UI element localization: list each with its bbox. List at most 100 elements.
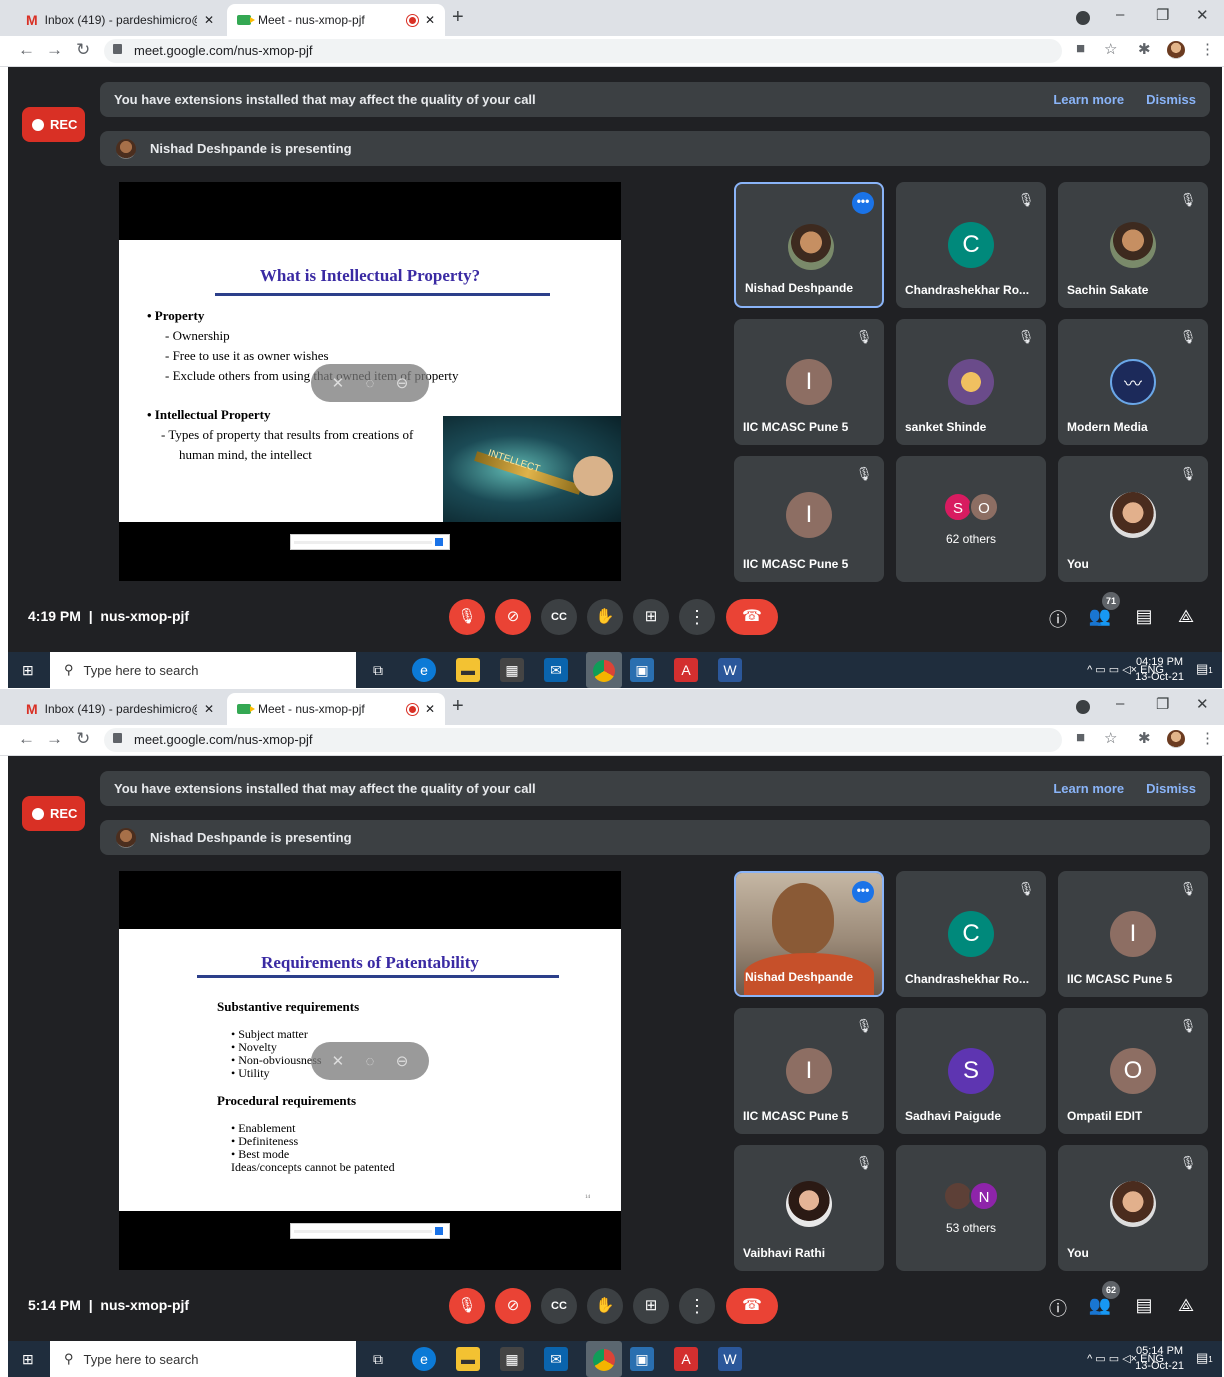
tab-meet[interactable]: Meet - nus-xmop-pjf ✕: [227, 693, 445, 725]
mic-off-button[interactable]: 🎙: [449, 599, 485, 635]
more-options-button[interactable]: ⋮: [679, 599, 715, 635]
lock-icon[interactable]: [113, 733, 122, 743]
learn-more-link[interactable]: Learn more: [1053, 781, 1124, 796]
participant-tile[interactable]: ••• Nishad Deshpande: [734, 871, 884, 997]
chat-icon[interactable]: ▤: [1132, 1295, 1156, 1316]
camera-icon[interactable]: ■: [1076, 729, 1085, 746]
menu-icon[interactable]: ⋮: [1200, 40, 1215, 58]
extensions-icon[interactable]: ✱: [1138, 729, 1151, 747]
acrobat-icon[interactable]: A: [674, 658, 698, 682]
tab-close-button[interactable]: ✕: [204, 702, 214, 716]
tab-close-button[interactable]: ✕: [204, 13, 214, 27]
word-icon[interactable]: W: [718, 1347, 742, 1371]
participant-tile[interactable]: 🎙 C Chandrashekhar Ro...: [896, 871, 1046, 997]
file-explorer-icon[interactable]: ▬: [456, 658, 480, 682]
self-tile[interactable]: 🎙 You: [1058, 1145, 1208, 1271]
profile-avatar[interactable]: [1167, 730, 1185, 748]
taskbar-clock[interactable]: 05:14 PM 13-Oct-21: [1135, 1344, 1184, 1374]
forward-icon[interactable]: →: [46, 729, 63, 749]
participant-tile[interactable]: 🎙 I IIC MCASC Pune 5: [734, 319, 884, 445]
mic-off-icon[interactable]: ✕: [332, 1052, 345, 1070]
self-tile[interactable]: 🎙 You: [1058, 456, 1208, 582]
info-icon[interactable]: ⓘ: [1046, 1295, 1070, 1321]
info-icon[interactable]: ⓘ: [1046, 606, 1070, 632]
chat-icon[interactable]: ▤: [1132, 606, 1156, 627]
back-icon[interactable]: ←: [18, 40, 35, 60]
dismiss-button[interactable]: Dismiss: [1146, 92, 1196, 107]
close-window-icon[interactable]: ✕: [1196, 695, 1209, 713]
participant-tile[interactable]: 🎙 Vaibhavi Rathi: [734, 1145, 884, 1271]
others-tile[interactable]: S O 62 others: [896, 456, 1046, 582]
chrome-icon[interactable]: [586, 1341, 622, 1377]
participant-tile[interactable]: 🎙 〰 Modern Media: [1058, 319, 1208, 445]
stop-sharing-button[interactable]: ​: [435, 538, 443, 546]
participant-tile[interactable]: ••• Nishad Deshpande: [734, 182, 884, 308]
restore-icon[interactable]: ❐: [1156, 695, 1169, 713]
participant-tile[interactable]: 🎙 O Ompatil EDIT: [1058, 1008, 1208, 1134]
taskbar-search[interactable]: ⚲ Type here to search: [50, 652, 356, 688]
app-icon[interactable]: ▣: [630, 1347, 654, 1371]
chrome-icon[interactable]: [586, 652, 622, 688]
star-icon[interactable]: ☆: [1104, 729, 1117, 747]
more-options-button[interactable]: ⋮: [679, 1288, 715, 1324]
word-icon[interactable]: W: [718, 658, 742, 682]
end-call-button[interactable]: ☎: [726, 599, 778, 635]
reload-icon[interactable]: ↻: [76, 40, 90, 60]
edge-icon[interactable]: e: [412, 1347, 436, 1371]
edge-icon[interactable]: e: [412, 658, 436, 682]
mail-icon[interactable]: ✉: [544, 1347, 568, 1371]
dismiss-button[interactable]: Dismiss: [1146, 781, 1196, 796]
participant-tile[interactable]: 🎙 C Chandrashekhar Ro...: [896, 182, 1046, 308]
new-tab-button[interactable]: +: [452, 695, 464, 718]
present-button[interactable]: ⊞: [633, 1288, 669, 1324]
minimize-icon[interactable]: –: [1116, 6, 1124, 23]
notifications-icon[interactable]: ▤1: [1196, 1350, 1213, 1366]
learn-more-link[interactable]: Learn more: [1053, 92, 1124, 107]
app-icon[interactable]: ▣: [630, 658, 654, 682]
back-icon[interactable]: ←: [18, 729, 35, 749]
activities-icon[interactable]: ⟁: [1174, 606, 1198, 627]
participant-tile[interactable]: 🎙 I IIC MCASC Pune 5: [1058, 871, 1208, 997]
tab-inbox[interactable]: M Inbox (419) - pardeshimicro@mc ✕: [16, 4, 224, 36]
camera-icon[interactable]: ■: [1076, 40, 1085, 57]
mail-icon[interactable]: ✉: [544, 658, 568, 682]
raise-hand-button[interactable]: ✋: [587, 1288, 623, 1324]
windows-start-icon[interactable]: ⊞: [22, 1351, 38, 1367]
participant-tile[interactable]: 🎙 I IIC MCASC Pune 5: [734, 456, 884, 582]
star-icon[interactable]: ☆: [1104, 40, 1117, 58]
participant-tile[interactable]: 🎙 I IIC MCASC Pune 5: [734, 1008, 884, 1134]
url-field[interactable]: meet.google.com/nus-xmop-pjf: [104, 728, 1062, 752]
close-window-icon[interactable]: ✕: [1196, 6, 1209, 24]
participant-tile[interactable]: 🎙 Sachin Sakate: [1058, 182, 1208, 308]
captions-button[interactable]: CC: [541, 599, 577, 635]
present-button[interactable]: ⊞: [633, 599, 669, 635]
mic-off-icon[interactable]: ✕: [332, 374, 345, 392]
activities-icon[interactable]: ⟁: [1174, 1295, 1198, 1316]
restore-icon[interactable]: ❐: [1156, 6, 1169, 24]
minimize-icon[interactable]: ⊖: [396, 374, 409, 392]
participant-tile[interactable]: 🎙 sanket Shinde: [896, 319, 1046, 445]
profile-dropdown-icon[interactable]: [1076, 11, 1090, 25]
file-explorer-icon[interactable]: ▬: [456, 1347, 480, 1371]
profile-dropdown-icon[interactable]: [1076, 700, 1090, 714]
participant-tile[interactable]: S Sadhavi Paigude: [896, 1008, 1046, 1134]
tab-close-button[interactable]: ✕: [425, 13, 435, 27]
stop-sharing-button[interactable]: ​: [435, 1227, 443, 1235]
camera-off-button[interactable]: ⊘: [495, 599, 531, 635]
reload-icon[interactable]: ↻: [76, 729, 90, 749]
taskbar-clock[interactable]: 04:19 PM 13-Oct-21: [1135, 655, 1184, 685]
extensions-icon[interactable]: ✱: [1138, 40, 1151, 58]
tab-inbox[interactable]: M Inbox (419) - pardeshimicro@mc ✕: [16, 693, 224, 725]
tab-close-button[interactable]: ✕: [425, 702, 435, 716]
new-tab-button[interactable]: +: [452, 6, 464, 29]
more-options-icon[interactable]: •••: [852, 192, 874, 214]
store-icon[interactable]: ▦: [500, 1347, 524, 1371]
raise-hand-button[interactable]: ✋: [587, 599, 623, 635]
notifications-icon[interactable]: ▤1: [1196, 661, 1213, 677]
lock-icon[interactable]: [113, 44, 122, 54]
minimize-icon[interactable]: –: [1116, 695, 1124, 712]
camera-off-button[interactable]: ⊘: [495, 1288, 531, 1324]
task-view-icon[interactable]: ⧉: [366, 1347, 390, 1371]
audio-off-icon[interactable]: ◌: [366, 1053, 375, 1070]
captions-button[interactable]: CC: [541, 1288, 577, 1324]
